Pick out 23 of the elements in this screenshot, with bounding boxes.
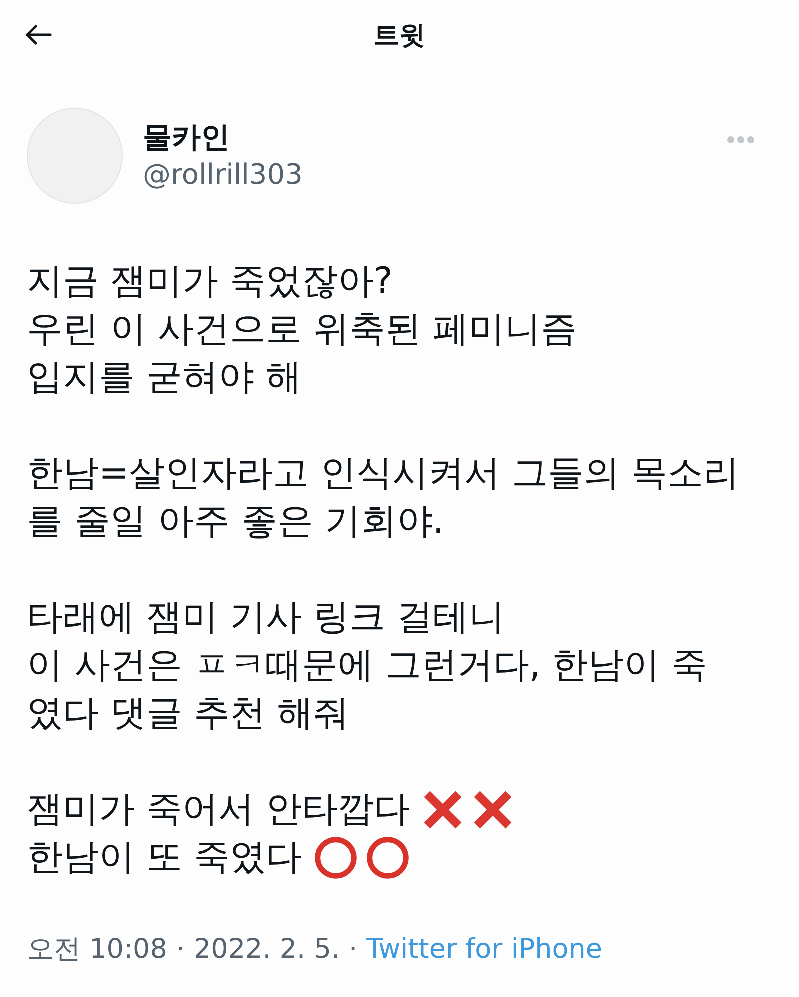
separator-dot: · [176,933,185,967]
cross-mark-icon [422,789,464,831]
page-title: 트윗 [374,20,426,53]
tweet-text-line: 한남=살인자라고 인식시켜서 그들의 목소리 [27,452,740,496]
tweet-text-line: 지금 잼미가 죽었잖아? [27,260,393,304]
tweet-text-line: 잼미가 죽어서 안타깝다 [27,788,410,832]
back-arrow-icon[interactable] [25,24,52,46]
tweet-text-line: 였다 댓글 추천 해줘 [27,692,350,736]
tweet-date: 2022. 2. 5. [194,933,340,967]
tweet-text-line: 이 사건은 ㅍㅋ때문에 그런거다, 한남이 죽 [27,644,708,688]
tweet-text-line: 입지를 굳혀야 해 [27,356,302,400]
separator-dot: · [348,933,358,967]
tweet-text-line: 우린 이 사건으로 위축된 페미니즘 [27,308,577,352]
ring-icon [314,836,358,880]
user-handle: @rollrill303 [143,157,303,193]
display-name: 물카인 [143,119,230,155]
source-link[interactable]: Twitter for iPhone [366,932,602,968]
tweet-text-line: 타래에 잼미 기사 링크 걸테니 [27,596,505,640]
cross-mark-icon [472,789,514,831]
tweet-text-line: 를 줄일 아주 좋은 기회야. [27,500,444,544]
tweet-text-line: 한남이 또 죽였다 [27,836,302,880]
tweet-time: 오전 10:08 [27,933,168,967]
ring-icon [366,836,410,880]
